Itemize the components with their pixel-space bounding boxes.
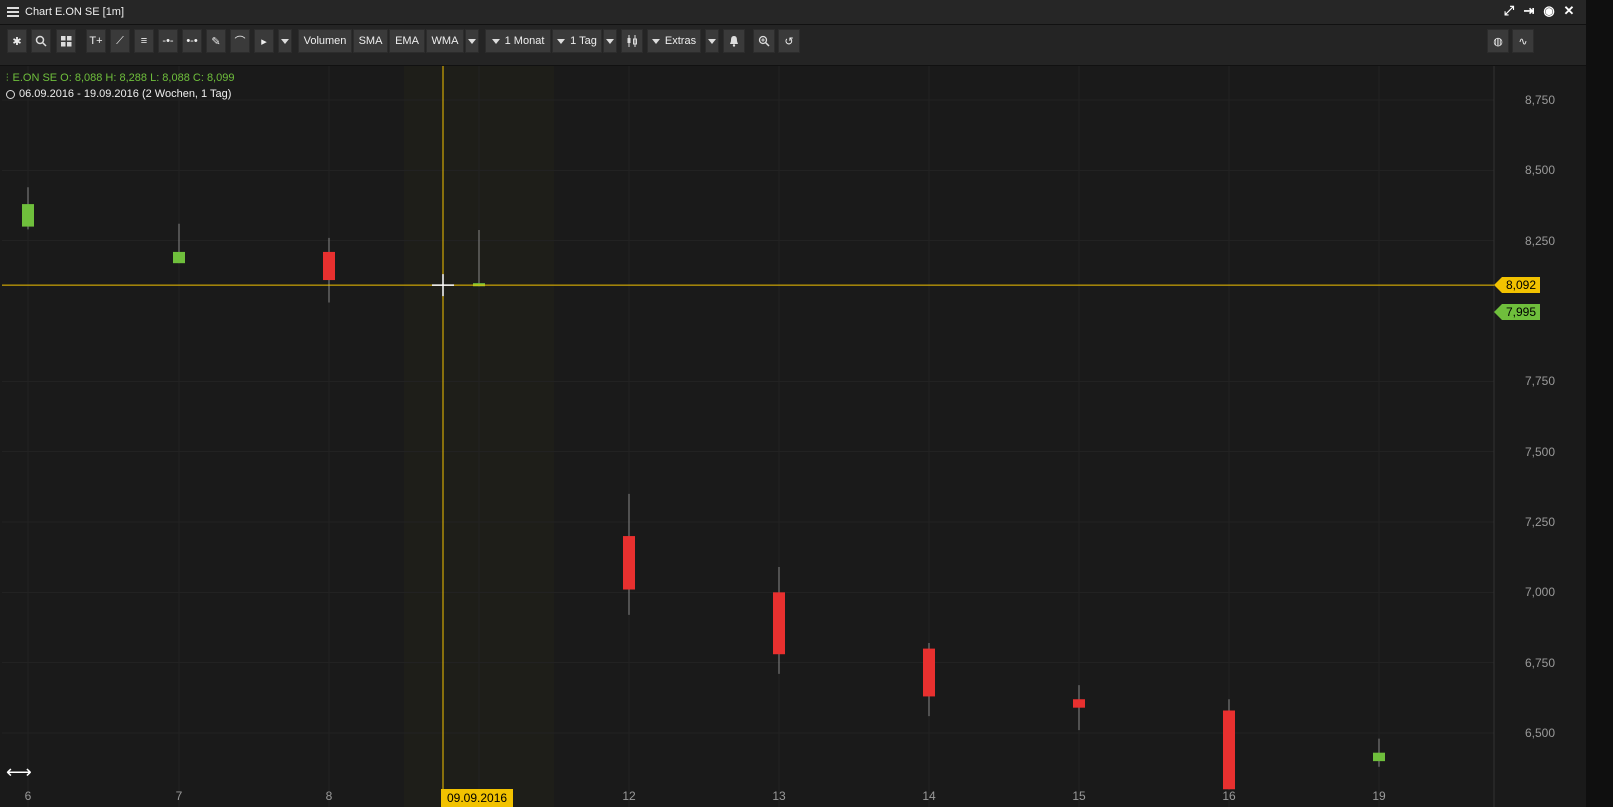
maximize-icon[interactable]: ⤢ [1502,4,1516,18]
last-price-label: 7,995 [1493,304,1541,321]
chart-info: ⫶ E.ON SE O: 8,088 H: 8,288 L: 8,088 C: … [6,70,234,102]
detach-icon[interactable]: ⇥ [1522,4,1536,18]
x-tick-label: 8 [325,789,333,803]
y-tick-label: 7,500 [1524,444,1556,459]
interval-extra-dropdown[interactable] [603,29,617,53]
x-tick-label: 13 [772,789,786,803]
range-dropdown[interactable]: 1 Monat [485,29,551,53]
arc-tool-icon[interactable]: ⌒ [230,29,250,53]
ohlc-values: E.ON SE O: 8,088 H: 8,288 L: 8,088 C: 8,… [12,72,235,84]
x-tick-label: 19 [1372,789,1386,803]
right-scroll-strip [1586,0,1613,807]
indicator-wave-icon[interactable]: ∿ [1512,29,1534,53]
crosshair-date-label: 09.09.2016 [441,789,514,807]
draw-tools-dropdown[interactable] [278,29,292,53]
line-tool-icon[interactable]: ⟋ [110,29,130,53]
x-tick-label: 16 [1222,789,1236,803]
y-tick-label: 7,750 [1524,374,1556,389]
x-tick-label: 14 [922,789,936,803]
undo-icon[interactable]: ↺ [778,29,800,53]
y-tick-label: 6,500 [1524,726,1556,740]
toolbar: ✱ T+ ⟋ ≡ -•- •-• ✎ ⌒ ▸ Volumen SMA EMA W… [0,25,1586,66]
x-tick-label: 6 [24,789,32,803]
extras-dropdown[interactable]: Extras [647,29,701,53]
alert-bell-icon[interactable] [723,29,745,53]
extras-more-dropdown[interactable] [705,29,719,53]
fibonacci-tool-icon[interactable]: ≡ [134,29,154,53]
ohlc-row: ⫶ E.ON SE O: 8,088 H: 8,288 L: 8,088 C: … [6,70,234,86]
layers-icon[interactable]: ◍ [1487,29,1509,53]
title-bar: Chart E.ON SE [1m] ⤢ ⇥ ◉ ✕ [0,0,1586,25]
pen-tool-icon[interactable]: ✎ [206,29,226,53]
indicator-dropdown[interactable] [465,29,479,53]
y-tick-label: 8,250 [1524,233,1556,248]
text-tool-icon[interactable]: T+ [86,29,106,53]
crosshair-price-label: 8,092 [1493,277,1541,294]
settings-icon[interactable]: ◉ [1542,4,1556,18]
grid-icon[interactable] [56,29,76,53]
y-tick-label: 7,000 [1524,585,1556,600]
expand-horizontal-icon[interactable]: ⟷ [6,762,32,784]
close-icon[interactable]: ✕ [1562,4,1576,18]
date-range-row: 06.09.2016 - 19.09.2016 (2 Wochen, 1 Tag… [6,86,234,102]
chart-area[interactable] [0,66,1586,807]
interval-dropdown[interactable]: 1 Tag [552,29,602,53]
horizontal-line-icon[interactable]: -•- [158,29,178,53]
zoom-in-icon[interactable] [753,29,775,53]
search-icon[interactable] [31,29,51,53]
pointer-tool-icon[interactable]: ▸ [254,29,274,53]
ema-button[interactable]: EMA [389,29,425,53]
window-title: Chart E.ON SE [1m] [25,6,125,18]
sma-button[interactable]: SMA [353,29,388,53]
chart-type-icon[interactable] [621,29,643,53]
candles-icon: ⫶ [6,72,9,84]
y-tick-label: 6,750 [1524,655,1556,670]
y-tick-label: 8,750 [1524,93,1556,107]
y-tick-label: 8,500 [1524,163,1556,178]
x-tick-label: 12 [622,789,636,803]
volumen-button[interactable]: Volumen [298,29,352,53]
x-tick-label: 7 [175,789,183,803]
clock-icon [6,89,15,99]
wma-button[interactable]: WMA [426,29,464,53]
hamburger-menu-icon[interactable] [7,7,19,17]
ray-line-icon[interactable]: •-• [182,29,202,53]
y-tick-label: 7,250 [1524,515,1556,529]
gear-icon[interactable]: ✱ [7,29,27,53]
date-range: 06.09.2016 - 19.09.2016 (2 Wochen, 1 Tag… [19,88,232,100]
x-tick-label: 15 [1072,789,1086,803]
